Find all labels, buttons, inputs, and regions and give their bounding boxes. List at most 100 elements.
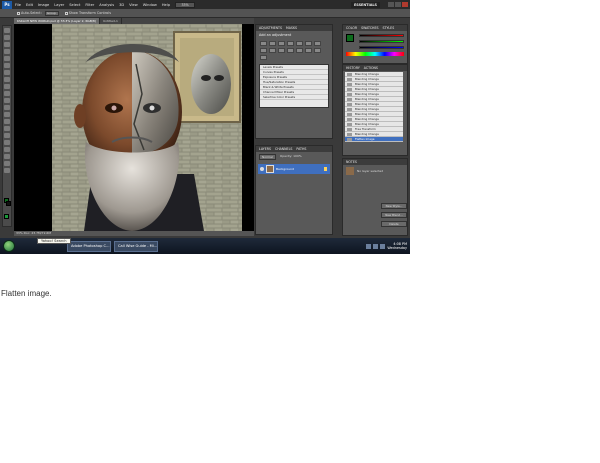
zoom-level[interactable]: 33%: [175, 1, 196, 8]
eraser-tool-icon[interactable]: [4, 98, 10, 103]
move-tool-icon[interactable]: [4, 28, 10, 33]
delete-button[interactable]: Delete: [381, 221, 407, 227]
tab-adjustments[interactable]: ADJUSTMENTS: [259, 25, 282, 31]
lasso-tool-icon[interactable]: [4, 42, 10, 47]
taskbar-photoshop-button[interactable]: Adobe Photoshop C...: [67, 240, 111, 252]
notes-panel: NOTES No layer selected New Style... New…: [342, 158, 408, 236]
zoom-tool-icon[interactable]: [4, 168, 10, 173]
menu-3d[interactable]: 3D: [119, 3, 124, 7]
battery-icon[interactable]: [380, 243, 386, 249]
tab-swatches[interactable]: SWATCHES: [361, 25, 378, 31]
photo-filter-icon[interactable]: [269, 48, 276, 53]
brightness-icon[interactable]: [260, 41, 267, 46]
gradient-map-icon[interactable]: [314, 48, 321, 53]
tab-masks[interactable]: MASKS: [286, 25, 297, 31]
tab-color[interactable]: COLOR: [346, 25, 357, 31]
auto-select-dropdown[interactable]: Group: [44, 10, 59, 16]
menu-file[interactable]: File: [15, 3, 21, 7]
clock[interactable]: 4:08 PM Wednesday: [387, 242, 407, 250]
menu-analysis[interactable]: Analysis: [99, 3, 114, 7]
tab-paths[interactable]: PATHS: [296, 146, 306, 152]
exposure-icon[interactable]: [287, 41, 294, 46]
blend-mode-dropdown[interactable]: Normal: [259, 154, 276, 160]
quick-mask-icon[interactable]: [4, 214, 9, 219]
history-panel: HISTORY ACTIONS Blending Change Blending…: [342, 64, 408, 156]
document-canvas[interactable]: [14, 24, 254, 231]
gradient-tool-icon[interactable]: [4, 105, 10, 110]
type-tool-icon[interactable]: [4, 133, 10, 138]
hue-saturation-icon[interactable]: [305, 41, 312, 46]
history-item-flatten-image[interactable]: Flatten Image: [345, 137, 403, 142]
hand-tool-icon[interactable]: [4, 161, 10, 166]
vibrance-icon[interactable]: [296, 41, 303, 46]
tab-history[interactable]: HISTORY: [346, 65, 360, 71]
layer-controls: Normal Opacity: 100%: [256, 152, 332, 162]
workspace-button[interactable]: ESSENTIALS: [350, 1, 380, 8]
show-transform-checkbox[interactable]: [64, 11, 68, 15]
minimize-icon[interactable]: [388, 2, 394, 7]
stamp-tool-icon[interactable]: [4, 84, 10, 89]
color-balance-icon[interactable]: [314, 41, 321, 46]
visibility-eye-icon[interactable]: [260, 167, 264, 171]
menu-window[interactable]: Window: [143, 3, 157, 7]
background-color-swatch[interactable]: [6, 201, 11, 206]
levels-icon[interactable]: [269, 41, 276, 46]
color-spectrum-bar[interactable]: [346, 52, 404, 56]
brush-tool-icon[interactable]: [4, 77, 10, 82]
dodge-tool-icon[interactable]: [4, 119, 10, 124]
menu-select[interactable]: Select: [69, 3, 80, 7]
history-brush-tool-icon[interactable]: [4, 91, 10, 96]
marquee-tool-icon[interactable]: [4, 35, 10, 40]
network-icon[interactable]: [366, 243, 372, 249]
shape-tool-icon[interactable]: [4, 147, 10, 152]
pen-tool-icon[interactable]: [4, 126, 10, 131]
crop-tool-icon[interactable]: [4, 56, 10, 61]
posterize-icon[interactable]: [296, 48, 303, 53]
screenshot: Ps File Edit Image Layer Select Filter A…: [0, 0, 410, 254]
menu-filter[interactable]: Filter: [85, 3, 94, 7]
tab-actions[interactable]: ACTIONS: [364, 65, 378, 71]
menu-image[interactable]: Image: [38, 3, 49, 7]
quick-select-tool-icon[interactable]: [4, 49, 10, 54]
threshold-icon[interactable]: [305, 48, 312, 53]
show-transform-label: Show Transform Controls: [68, 11, 111, 15]
system-tray: 4:08 PM Wednesday: [366, 242, 407, 250]
channel-mixer-icon[interactable]: [278, 48, 285, 53]
blur-tool-icon[interactable]: [4, 112, 10, 117]
green-slider[interactable]: [359, 40, 404, 43]
red-slider[interactable]: [359, 34, 404, 37]
invert-icon[interactable]: [287, 48, 294, 53]
menu-view[interactable]: View: [129, 3, 138, 7]
maximize-icon[interactable]: [395, 2, 401, 7]
black-white-icon[interactable]: [260, 48, 267, 53]
opacity-field[interactable]: Opacity: 100%: [280, 154, 302, 160]
preset-selective-color[interactable]: Selective Color Presets: [260, 95, 328, 100]
layer-row-background[interactable]: Background: [258, 164, 330, 174]
curves-icon[interactable]: [278, 41, 285, 46]
menu-bar: Ps File Edit Image Layer Select Filter A…: [0, 0, 410, 9]
tab-styles[interactable]: STYLES: [382, 25, 394, 31]
close-icon[interactable]: [402, 2, 408, 7]
foreground-color-chip[interactable]: [346, 34, 354, 42]
healing-tool-icon[interactable]: [4, 70, 10, 75]
new-blend-button[interactable]: New Blend...: [381, 212, 407, 218]
3d-rotate-tool-icon[interactable]: [4, 154, 10, 159]
start-button-icon[interactable]: [3, 240, 15, 252]
tab-layers[interactable]: LAYERS: [259, 146, 271, 152]
auto-select-checkbox[interactable]: [17, 11, 20, 15]
eyedropper-tool-icon[interactable]: [4, 63, 10, 68]
volume-icon[interactable]: [373, 243, 379, 249]
new-style-button[interactable]: New Style...: [381, 203, 407, 209]
selective-color-icon[interactable]: [260, 55, 267, 60]
tab-channels[interactable]: CHANNELS: [275, 146, 292, 152]
taskbar-wise-guide-button[interactable]: Call Wise Guide - Mi...: [114, 240, 158, 252]
menu-layer[interactable]: Layer: [54, 3, 64, 7]
menu-help[interactable]: Help: [162, 3, 170, 7]
path-select-tool-icon[interactable]: [4, 140, 10, 145]
layers-panel: LAYERS CHANNELS PATHS Normal Opacity: 10…: [255, 145, 333, 235]
tab-notes[interactable]: NOTES: [346, 159, 357, 165]
blue-slider[interactable]: [359, 46, 404, 49]
photoshop-logo-icon: Ps: [2, 0, 12, 9]
options-bar: Auto-Select: Group Show Transform Contro…: [0, 9, 410, 18]
menu-edit[interactable]: Edit: [26, 3, 33, 7]
